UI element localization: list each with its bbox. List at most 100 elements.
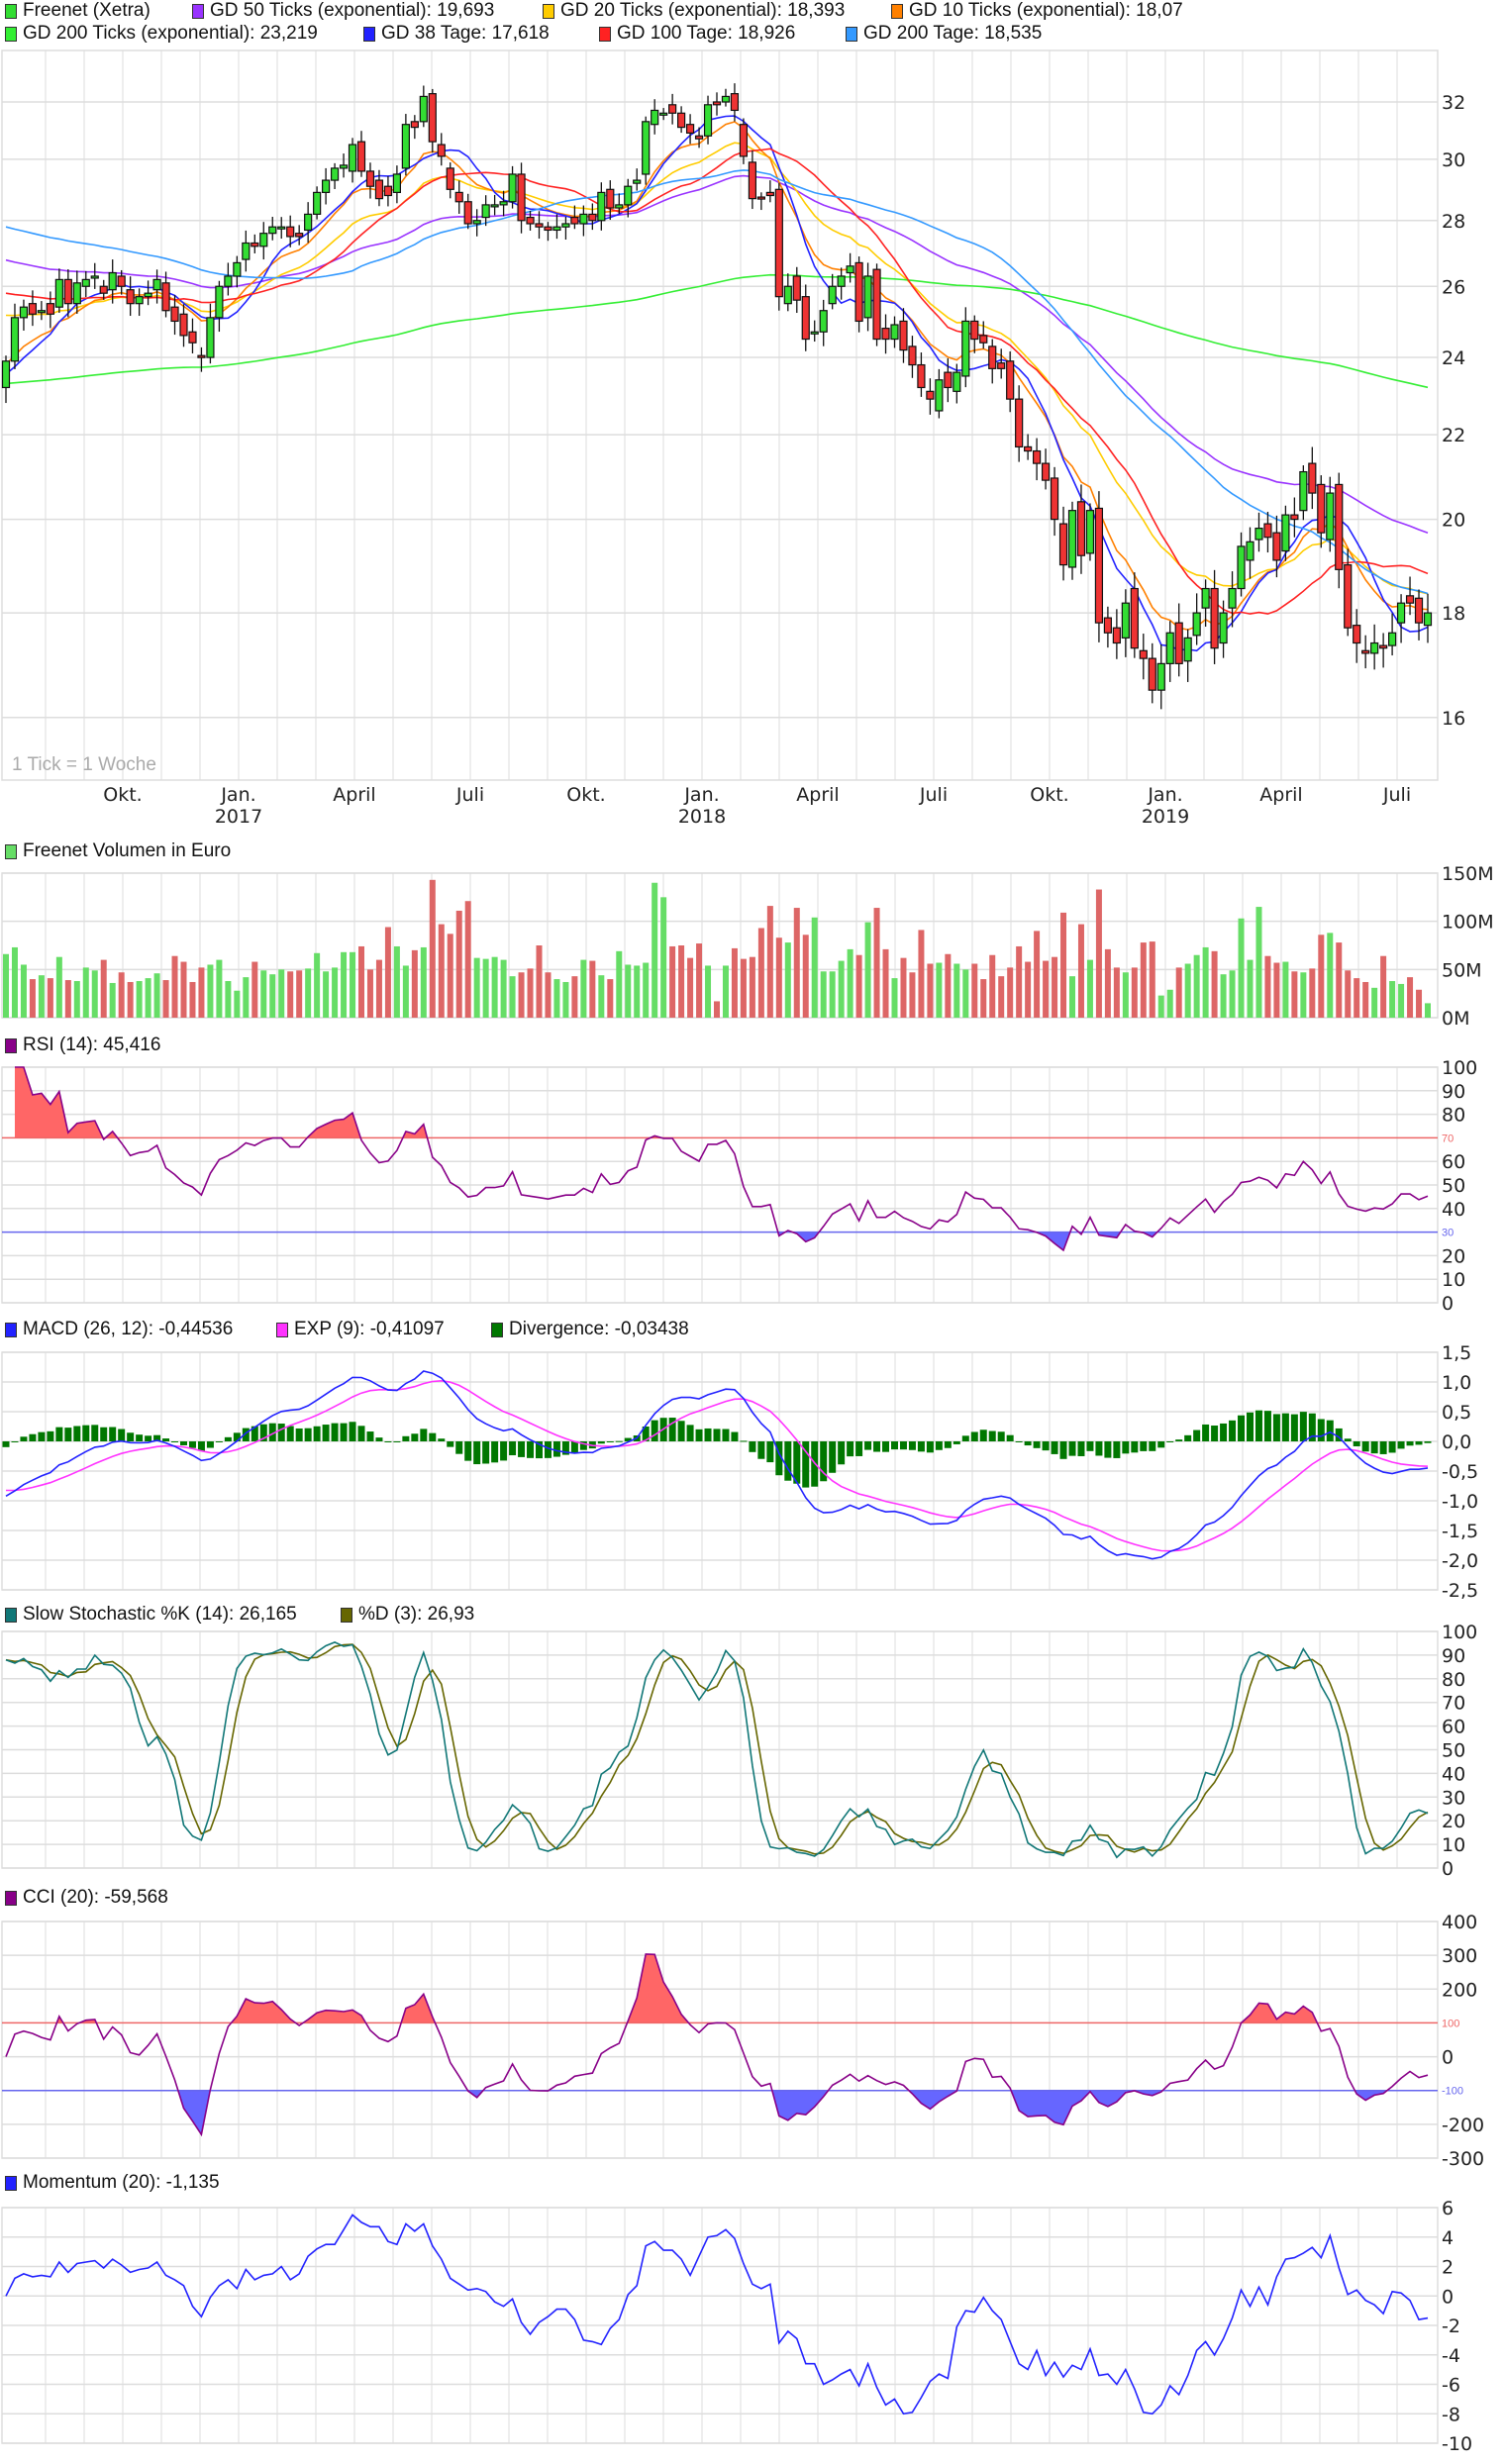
candlestick (1370, 624, 1379, 670)
macd-divergence-bar (953, 1441, 960, 1444)
cci-oversold-fill (6, 2090, 1428, 2135)
candlestick (926, 378, 935, 415)
price-panel: 16 18 20 22 24 26 28 30 32 (1, 49, 1465, 781)
candlestick (1414, 589, 1424, 641)
volume-bar (500, 959, 507, 1018)
macd-divergence-bar (695, 1429, 703, 1441)
volume-bar (73, 981, 80, 1018)
candle-body-down (170, 306, 179, 323)
x-axis-label: Juli (431, 784, 510, 806)
rsi-oversold-fill (14, 1232, 1428, 1251)
volume-bar (1264, 955, 1271, 1018)
volume-bar (1362, 981, 1369, 1018)
candle-body-up (624, 185, 633, 206)
legend-macd: MACD (26, 12): -0,44536 (5, 1319, 233, 1340)
macd-divergence-bar (1247, 1412, 1254, 1441)
macd-divergence-bar (979, 1429, 987, 1441)
price-tick-label: 24 (1442, 347, 1465, 369)
momentum-tick-label: -8 (1442, 2404, 1460, 2425)
macd-divergence-bar (73, 1426, 81, 1441)
candlestick (54, 268, 63, 313)
stochastic-tick-label: 70 (1442, 1693, 1465, 1715)
volume-bar (429, 879, 436, 1018)
macd-divergence-bar (429, 1432, 437, 1441)
volume-bar (811, 917, 818, 1018)
candlestick (295, 225, 304, 246)
candlestick (1058, 506, 1068, 581)
legend-label: Momentum (20): -1,135 (23, 2172, 220, 2193)
macd-divergence-bar (162, 1438, 170, 1441)
stochastic-tick-label: 20 (1442, 1811, 1465, 1832)
candle-body-up (259, 233, 268, 247)
volume-bar (358, 945, 364, 1018)
legend-gd10-ema: GD 10 Ticks (exponential): 18,07 (891, 0, 1183, 22)
x-axis-label: Okt. (1010, 784, 1089, 806)
macd-divergence-bar (1370, 1441, 1378, 1454)
volume-panel: 0M 50M 100M 150M (1, 863, 1494, 1030)
volume-bar (341, 951, 348, 1018)
x-axis-year: 2019 (1141, 806, 1190, 828)
candle-body-up (953, 371, 961, 392)
macd-divergence-bar (713, 1429, 721, 1441)
price-tick-label: 26 (1442, 276, 1465, 298)
volume-bar (482, 958, 489, 1018)
cci-line (5, 1953, 1429, 2137)
price-tick-label: 32 (1442, 92, 1465, 114)
volume-bar (625, 964, 632, 1018)
volume-bar (189, 981, 196, 1018)
candle-body-up (508, 173, 517, 203)
candlestick (961, 307, 970, 388)
candlestick (988, 339, 997, 384)
candle-body-down (251, 242, 259, 247)
candle-body-down (988, 345, 997, 369)
legend-label: GD 200 Ticks (exponential): 23,219 (23, 23, 318, 44)
candle-body-down (1361, 649, 1370, 654)
x-axis-label: April (778, 784, 857, 806)
cci-lower-label: -100 (1442, 2086, 1463, 2098)
macd-divergence-bar (1042, 1441, 1050, 1451)
candle-body-down (748, 161, 757, 200)
macd-panel: -2,5 -2,0 -1,5 -1,0 -0,5 0,0 0,5 1,0 1,5 (1, 1342, 1478, 1602)
rsi-tick-label: 0 (1442, 1293, 1454, 1315)
candle-body-up (499, 201, 508, 206)
legend-swatch (846, 26, 857, 42)
macd-divergence-bar (38, 1431, 46, 1441)
macd-divergence-bar (206, 1441, 214, 1448)
macd-divergence-bar (944, 1441, 952, 1448)
x-axis-label: April (315, 784, 394, 806)
x-axis-month: April (796, 784, 840, 806)
volume-bar (847, 948, 853, 1018)
macd-divergence-bar (473, 1441, 481, 1465)
candlestick (676, 106, 686, 134)
candle-body-down (1112, 627, 1121, 644)
volume-bar (145, 978, 151, 1018)
candle-body-down (1050, 477, 1059, 521)
candlestick (224, 262, 233, 296)
candlestick (1192, 593, 1201, 645)
volume-bar (509, 976, 516, 1018)
candlestick (179, 304, 188, 347)
cci-tick-label: -300 (1442, 2148, 1484, 2170)
candlestick (313, 186, 322, 220)
volume-bar (127, 981, 134, 1018)
macd-divergence-bar (322, 1425, 330, 1441)
volume-bar (323, 971, 330, 1018)
legend-cci: CCI (20): -59,568 (5, 1887, 168, 1909)
candle-body-down (792, 275, 801, 301)
volume-bar (305, 968, 312, 1018)
rsi-tick-label: 20 (1442, 1245, 1465, 1267)
volume-bar (962, 969, 969, 1018)
volume-bar (696, 943, 703, 1018)
candle-body-down (1139, 649, 1148, 659)
candlestick (1165, 621, 1174, 682)
volume-bar (589, 960, 596, 1018)
macd-divergence-bar (349, 1422, 356, 1441)
volume-bar (909, 972, 916, 1018)
legend-macd-exp: EXP (9): -0,41097 (276, 1319, 445, 1340)
candle-body-down (1032, 449, 1042, 464)
volume-bar (1157, 995, 1164, 1018)
candle-body-down (570, 216, 579, 225)
macd-divergence-bar (686, 1425, 694, 1441)
macd-signal-line (6, 1379, 1429, 1552)
candle-body-down (881, 328, 890, 341)
